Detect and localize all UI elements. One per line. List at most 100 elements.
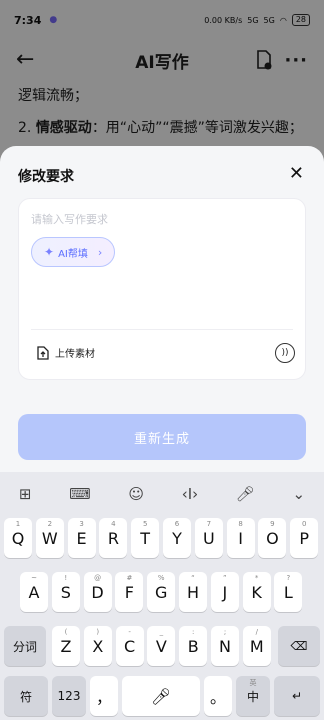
key-label: J [222, 582, 228, 602]
language-switch-key[interactable]: 英中 [236, 676, 270, 716]
key-label: 🎤︎ [150, 686, 172, 706]
key-m[interactable]: / M [242, 626, 271, 666]
key-label: A [28, 582, 40, 602]
key-secondary-label: 1 [15, 520, 21, 528]
period-key[interactable]: 。 [204, 676, 232, 716]
key-secondary-label: 0 [301, 520, 307, 528]
voice-input-icon[interactable]: )) [275, 343, 295, 363]
requirement-input-card[interactable]: 请输入写作要求 ✦ AI帮填 › 上传素材 )) [18, 198, 306, 380]
collapse-icon[interactable]: ⌄ [293, 485, 306, 503]
key-label: Y [172, 528, 182, 548]
key-x[interactable]: ) X [83, 626, 112, 666]
keyboard-icon[interactable]: ⌨ [69, 485, 91, 503]
key-label: U [202, 528, 215, 548]
key-z[interactable]: (Z [52, 626, 80, 666]
key-label: H [186, 582, 200, 602]
key-r[interactable]: 4R [99, 518, 128, 558]
regenerate-button[interactable]: 重新生成 [18, 414, 306, 460]
key-label: R [107, 528, 119, 548]
key-s[interactable]: ! S [51, 572, 80, 612]
close-icon[interactable]: ✕ [289, 163, 304, 184]
key-secondary-label: 4 [111, 520, 116, 528]
key-k[interactable]: * K [242, 572, 271, 612]
key-label: ↵ [291, 689, 303, 703]
key-label: 符 [19, 689, 32, 704]
ai-fill-button[interactable]: ✦ AI帮填 › [31, 237, 116, 267]
key-secondary-label: : [192, 628, 195, 636]
key-secondary-label: ( [64, 628, 68, 636]
divider [31, 329, 293, 330]
sparkle-icon: ✦ [44, 245, 55, 259]
key-c[interactable]: -C [115, 626, 144, 666]
key-secondary-label: - [128, 628, 131, 636]
key-label: I [238, 528, 243, 548]
cursor-icon[interactable]: ‹I› [182, 485, 198, 503]
key-w[interactable]: 2W [35, 518, 64, 558]
mic-icon[interactable]: 🎤︎ [236, 485, 255, 503]
key-label: Q [11, 528, 25, 548]
key-u[interactable]: 7U [194, 518, 223, 558]
keyboard: ⊞ ⌨ ☺ ‹I› 🎤︎ ⌄ 1 Q 2 W 3 E 4 R 5 T 6 Y 7 U 8 I 9 O 0 P ~ A! S @… [0, 472, 324, 720]
key-label: M [249, 636, 264, 656]
key-label: X [92, 636, 104, 656]
key-secondary-label: # [126, 574, 133, 582]
key-label: L [283, 582, 293, 602]
key-label: 分词 [12, 639, 37, 654]
key-g[interactable]: % G [147, 572, 176, 612]
key-label: K [251, 582, 262, 602]
symbol-key[interactable]: 符 [4, 676, 48, 716]
requirement-input[interactable]: 请输入写作要求 [31, 211, 108, 227]
key-q[interactable]: 1Q [4, 518, 32, 558]
ai-fill-label: AI帮填 [58, 248, 88, 260]
key-label: F [124, 582, 134, 602]
key-secondary-label: ? [286, 574, 291, 582]
key-label: T [140, 528, 151, 548]
key-j[interactable]: ” J [210, 572, 239, 612]
key-secondary-label: _ [159, 628, 164, 636]
key-label: G [154, 582, 168, 602]
key-label: 123 [57, 689, 81, 703]
backspace-key[interactable]: ⌫ [278, 626, 320, 666]
key-label: S [60, 582, 71, 602]
chevron-right-icon: › [97, 245, 103, 259]
key-i[interactable]: 8I [226, 518, 255, 558]
key-secondary-label: @ [94, 574, 102, 582]
split-key[interactable]: 分词 [4, 626, 46, 666]
key-f[interactable]: # F [115, 572, 144, 612]
key-n[interactable]: ; N [211, 626, 239, 666]
key-label: W [41, 528, 58, 548]
key-t[interactable]: 5T [131, 518, 160, 558]
number-key[interactable]: 123 [52, 676, 86, 716]
key-label: ⌫ [290, 639, 308, 653]
upload-material-button[interactable]: 上传素材 [37, 345, 95, 360]
key-secondary-label: ! [64, 574, 68, 582]
key-b[interactable]: :B [179, 626, 208, 666]
key-label: C [124, 636, 136, 656]
key-label: 中 [246, 689, 259, 704]
key-o[interactable]: 9O [258, 518, 287, 558]
key-v[interactable]: _ V [147, 626, 176, 666]
key-secondary-label: ; [223, 628, 227, 636]
key-secondary-label: % [157, 574, 165, 582]
key-y[interactable]: 6Y [163, 518, 191, 558]
grid-icon[interactable]: ⊞ [19, 485, 32, 503]
key-p[interactable]: 0P [290, 518, 319, 558]
emoji-icon[interactable]: ☺ [128, 485, 144, 503]
keyboard-toolbar: ⊞ ⌨ ☺ ‹I› 🎤︎ ⌄ [0, 472, 324, 516]
key-label: Z [60, 636, 72, 656]
key-d[interactable]: @ D [83, 572, 112, 612]
comma-key[interactable]: ， [90, 676, 118, 716]
space-mic-key[interactable]: 🎤︎ [122, 676, 200, 716]
key-secondary-label: 9 [270, 520, 275, 528]
enter-key[interactable]: ↵ [274, 676, 320, 716]
sheet-title: 修改要求 [18, 169, 74, 185]
key-secondary-label: 5 [142, 520, 148, 528]
upload-label: 上传素材 [55, 349, 95, 360]
key-secondary-label: ~ [31, 574, 37, 582]
upload-file-icon [37, 345, 49, 360]
key-h[interactable]: “H [179, 572, 207, 612]
key-l[interactable]: ? L [274, 572, 303, 612]
key-secondary-label: * [254, 574, 259, 582]
key-e[interactable]: 3E [67, 518, 96, 558]
key-a[interactable]: ~ A [20, 572, 48, 612]
